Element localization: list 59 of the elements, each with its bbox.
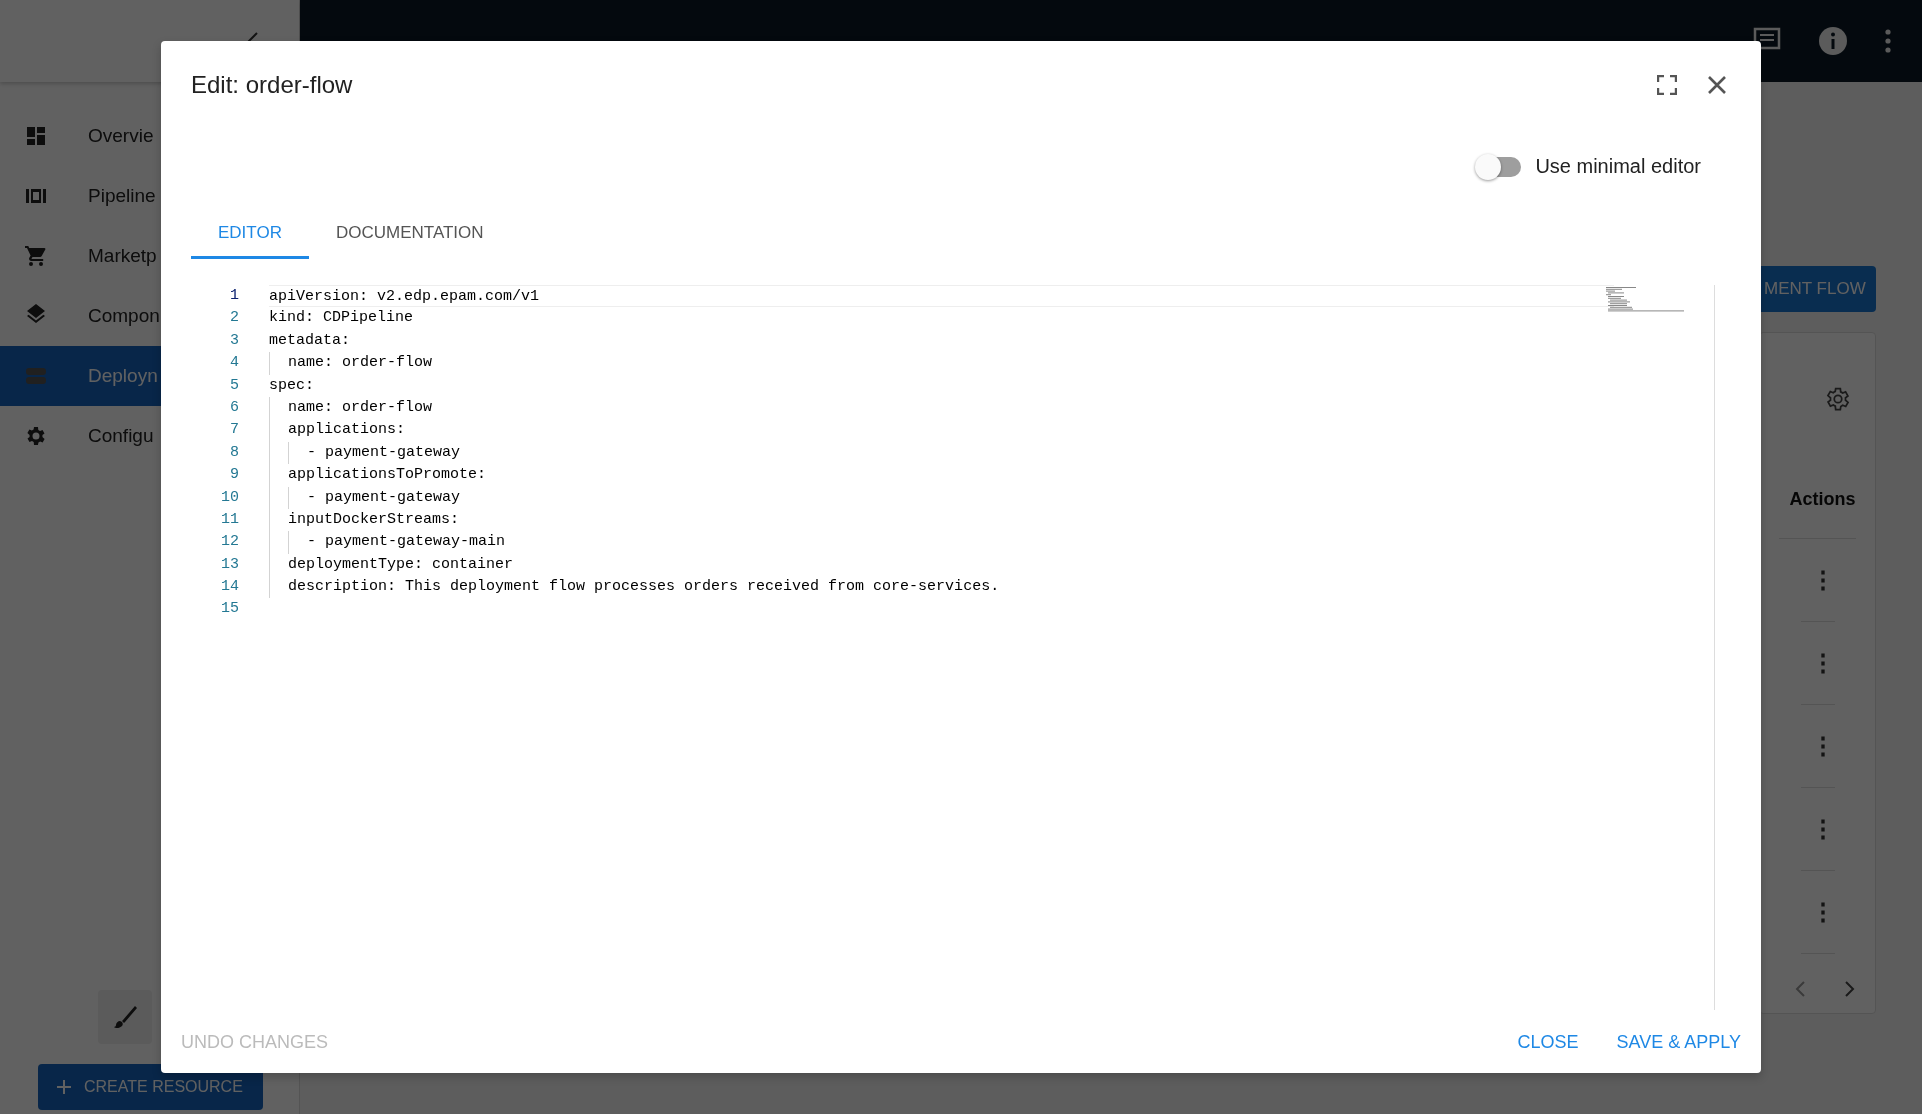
code-line: name: order-flow	[269, 352, 1614, 375]
brush-button[interactable]	[98, 990, 152, 1044]
code-line: description: This deployment flow processes orders received from core-services.	[269, 576, 1614, 599]
footer-button[interactable]: CLOSE	[1503, 1024, 1593, 1061]
close-icon[interactable]	[1707, 75, 1727, 95]
line-number: 13	[220, 554, 239, 575]
toggle-label: Use minimal editor	[1535, 155, 1701, 178]
line-number: 10	[220, 487, 239, 508]
line-number: 14	[220, 577, 239, 598]
line-number: 3	[229, 330, 239, 351]
line-number: 12	[220, 532, 239, 553]
tab[interactable]: EDITOR	[191, 210, 309, 259]
info-icon[interactable]	[1818, 26, 1848, 56]
toggle-switch[interactable]	[1477, 156, 1522, 177]
row-actions-menu[interactable]: ⋮	[1810, 649, 1835, 677]
sidebar-item[interactable]: Pipeline	[0, 166, 161, 226]
chevron-right-icon[interactable]	[1843, 980, 1856, 998]
line-number: 7	[229, 420, 239, 441]
line-number: 6	[229, 397, 239, 418]
code-line: deploymentType: container	[269, 553, 1614, 577]
row-actions-menu[interactable]: ⋮	[1810, 815, 1835, 843]
line-number: 1	[229, 286, 239, 306]
row-actions-menu[interactable]: ⋮	[1810, 732, 1835, 760]
create-flow-button[interactable]: MENT FLOW	[1761, 266, 1876, 312]
sidebar-item[interactable]: Overvie	[0, 106, 161, 166]
dialog-title: Edit: order-flow	[191, 71, 354, 99]
sidebar-item[interactable]: Deployn	[0, 346, 161, 406]
more-vertical-icon[interactable]	[1884, 28, 1892, 54]
dashboard-icon	[24, 124, 48, 148]
line-number: 8	[229, 442, 239, 463]
line-number: 2	[229, 308, 239, 329]
tab[interactable]: DOCUMENTATION	[308, 210, 511, 259]
plus-icon	[56, 1079, 72, 1095]
code-line: - payment-gateway-main	[269, 531, 1614, 554]
code-line: kind: CDPipeline	[269, 308, 415, 329]
column-header: Actions	[1779, 489, 1856, 539]
line-number: 5	[229, 375, 239, 396]
code-line: - payment-gateway	[269, 441, 1614, 465]
cart-icon	[24, 244, 48, 268]
code-line: applicationsToPromote:	[269, 464, 1614, 487]
line-number: 9	[229, 465, 239, 486]
line-number: 4	[229, 353, 239, 374]
fullscreen-icon[interactable]	[1657, 75, 1677, 95]
code-line: spec:	[269, 375, 315, 396]
code-line: name: order-flow	[269, 396, 1614, 420]
sidebar-item[interactable]: Marketp	[0, 226, 161, 286]
code-line: applications:	[269, 419, 1614, 442]
row-actions-menu[interactable]: ⋮	[1810, 566, 1835, 594]
line-number: 11	[220, 509, 239, 530]
sidebar-item[interactable]: Configu	[0, 406, 161, 466]
footer-button[interactable]: SAVE & APPLY	[1602, 1024, 1755, 1061]
line-number: 15	[220, 599, 239, 620]
sidebar-item[interactable]: Compon	[0, 286, 161, 346]
row-actions-menu[interactable]: ⋮	[1810, 898, 1835, 926]
code-line: inputDockerStreams:	[269, 508, 1614, 532]
chevron-left-icon[interactable]	[1793, 980, 1806, 998]
create-resource-button[interactable]: CREATE RESOURCE	[38, 1064, 263, 1110]
code-line: - payment-gateway	[269, 486, 1614, 509]
code-line: metadata:	[269, 330, 351, 351]
